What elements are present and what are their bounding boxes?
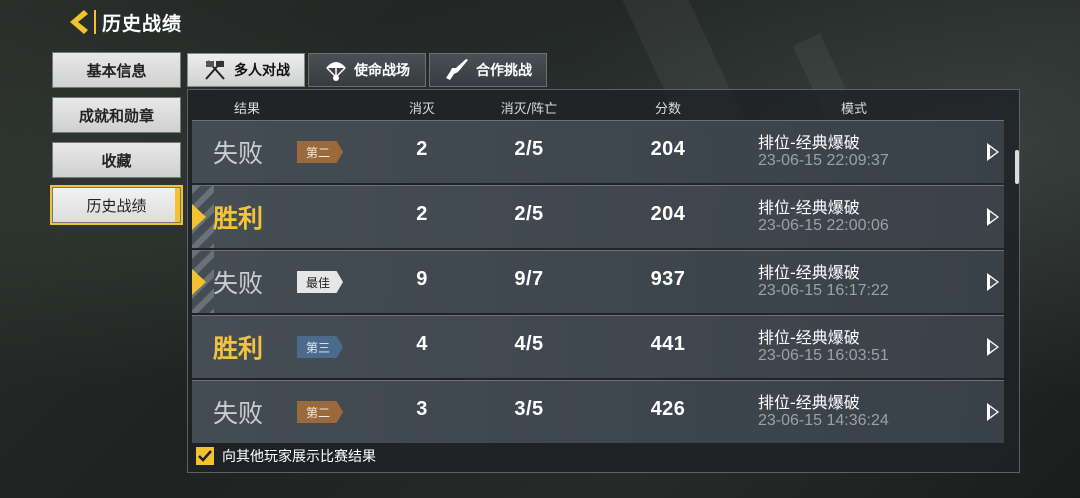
mode-value: 排位-经典爆破	[758, 328, 860, 347]
match-result: 失败	[213, 139, 264, 168]
sidebar-item-match-history[interactable]: 历史战绩	[52, 187, 181, 223]
column-header-kills: 消灭	[408, 102, 436, 117]
score-value: 937	[650, 268, 686, 290]
sidebar-item-collection[interactable]: 收藏	[52, 142, 181, 178]
crossed-flags-icon	[205, 60, 225, 80]
row-marker-icon	[192, 204, 206, 230]
page-header: 历史战绩	[62, 6, 182, 38]
tab-label: 多人对战	[234, 63, 290, 79]
column-header-result: 结果	[233, 102, 261, 117]
match-result: 失败	[213, 269, 264, 298]
mode-value: 排位-经典爆破	[758, 393, 860, 412]
rank-badge: 第二	[297, 141, 343, 163]
rank-badge: 第三	[297, 336, 343, 358]
match-row[interactable]: 胜利 第三 4 4/5 441 排位-经典爆破 23-06-15 16:03:51	[192, 315, 1004, 378]
kills-value: 9	[416, 268, 428, 290]
row-marker-icon	[192, 269, 206, 295]
match-time: 23-06-15 14:36:24	[758, 412, 889, 429]
score-value: 426	[650, 398, 686, 420]
share-results-checkbox[interactable]	[196, 447, 214, 465]
kd-value: 3/5	[514, 398, 544, 420]
kills-value: 2	[416, 138, 428, 160]
tab-coop-challenge[interactable]: 合作挑战	[429, 53, 547, 87]
kills-value: 3	[416, 398, 428, 420]
kd-value: 2/5	[514, 138, 544, 160]
tab-label: 合作挑战	[476, 63, 532, 79]
share-results-label: 向其他玩家展示比赛结果	[222, 449, 376, 465]
share-results-option[interactable]: 向其他玩家展示比赛结果	[196, 446, 376, 466]
chevron-left-icon	[70, 10, 88, 34]
mode-value: 排位-经典爆破	[758, 133, 860, 152]
column-header-mode: 模式	[840, 102, 868, 117]
rank-badge: 最佳	[297, 271, 343, 293]
kd-value: 9/7	[514, 268, 544, 290]
sidebar-item-achievements[interactable]: 成就和勋章	[52, 97, 181, 133]
match-row[interactable]: 失败 第二 2 2/5 204 排位-经典爆破 23-06-15 22:09:37	[192, 120, 1004, 183]
header-divider	[94, 10, 96, 34]
kd-value: 2/5	[514, 203, 544, 225]
tab-battle-royale[interactable]: 使命战场	[308, 53, 426, 87]
play-arrow-icon[interactable]	[987, 338, 999, 356]
kills-value: 4	[416, 333, 428, 355]
score-value: 441	[650, 333, 686, 355]
rifle-icon	[446, 59, 468, 80]
match-row[interactable]: 失败 第二 3 3/5 426 排位-经典爆破 23-06-15 14:36:24	[192, 380, 1004, 443]
back-button[interactable]	[62, 6, 92, 38]
kills-value: 2	[416, 203, 428, 225]
match-time: 23-06-15 16:03:51	[758, 347, 889, 364]
score-value: 204	[650, 138, 686, 160]
column-header-score: 分数	[654, 102, 682, 117]
play-arrow-icon[interactable]	[987, 273, 999, 291]
match-result: 失败	[213, 399, 264, 428]
match-time: 23-06-15 22:09:37	[758, 152, 889, 169]
match-row[interactable]: 失败 最佳 9 9/7 937 排位-经典爆破 23-06-15 16:17:22	[192, 250, 1004, 313]
tab-label: 使命战场	[354, 63, 410, 79]
checkmark-icon	[198, 450, 212, 462]
parachute-icon	[326, 62, 346, 81]
rank-badge: 第二	[297, 401, 343, 423]
score-value: 204	[650, 203, 686, 225]
match-result: 胜利	[213, 204, 264, 233]
play-arrow-icon[interactable]	[987, 208, 999, 226]
match-history-panel: 结果 消灭 消灭/阵亡 分数 模式 失败 第二 2 2/5 204 排位-经典爆破 23-0…	[187, 89, 1020, 473]
match-time: 23-06-15 16:17:22	[758, 282, 889, 299]
page-title: 历史战绩	[102, 12, 183, 35]
tab-multiplayer[interactable]: 多人对战	[187, 53, 305, 87]
kd-value: 4/5	[514, 333, 544, 355]
play-arrow-icon[interactable]	[987, 403, 999, 421]
mode-value: 排位-经典爆破	[758, 198, 860, 217]
scrollbar[interactable]	[1015, 150, 1019, 184]
match-time: 23-06-15 22:00:06	[758, 217, 889, 234]
sidebar-item-basic-info[interactable]: 基本信息	[52, 52, 181, 88]
play-arrow-icon[interactable]	[987, 143, 999, 161]
column-header-kd: 消灭/阵亡	[500, 102, 558, 117]
mode-value: 排位-经典爆破	[758, 263, 860, 282]
match-row[interactable]: 胜利 2 2/5 204 排位-经典爆破 23-06-15 22:00:06	[192, 185, 1004, 248]
match-result: 胜利	[213, 334, 264, 363]
